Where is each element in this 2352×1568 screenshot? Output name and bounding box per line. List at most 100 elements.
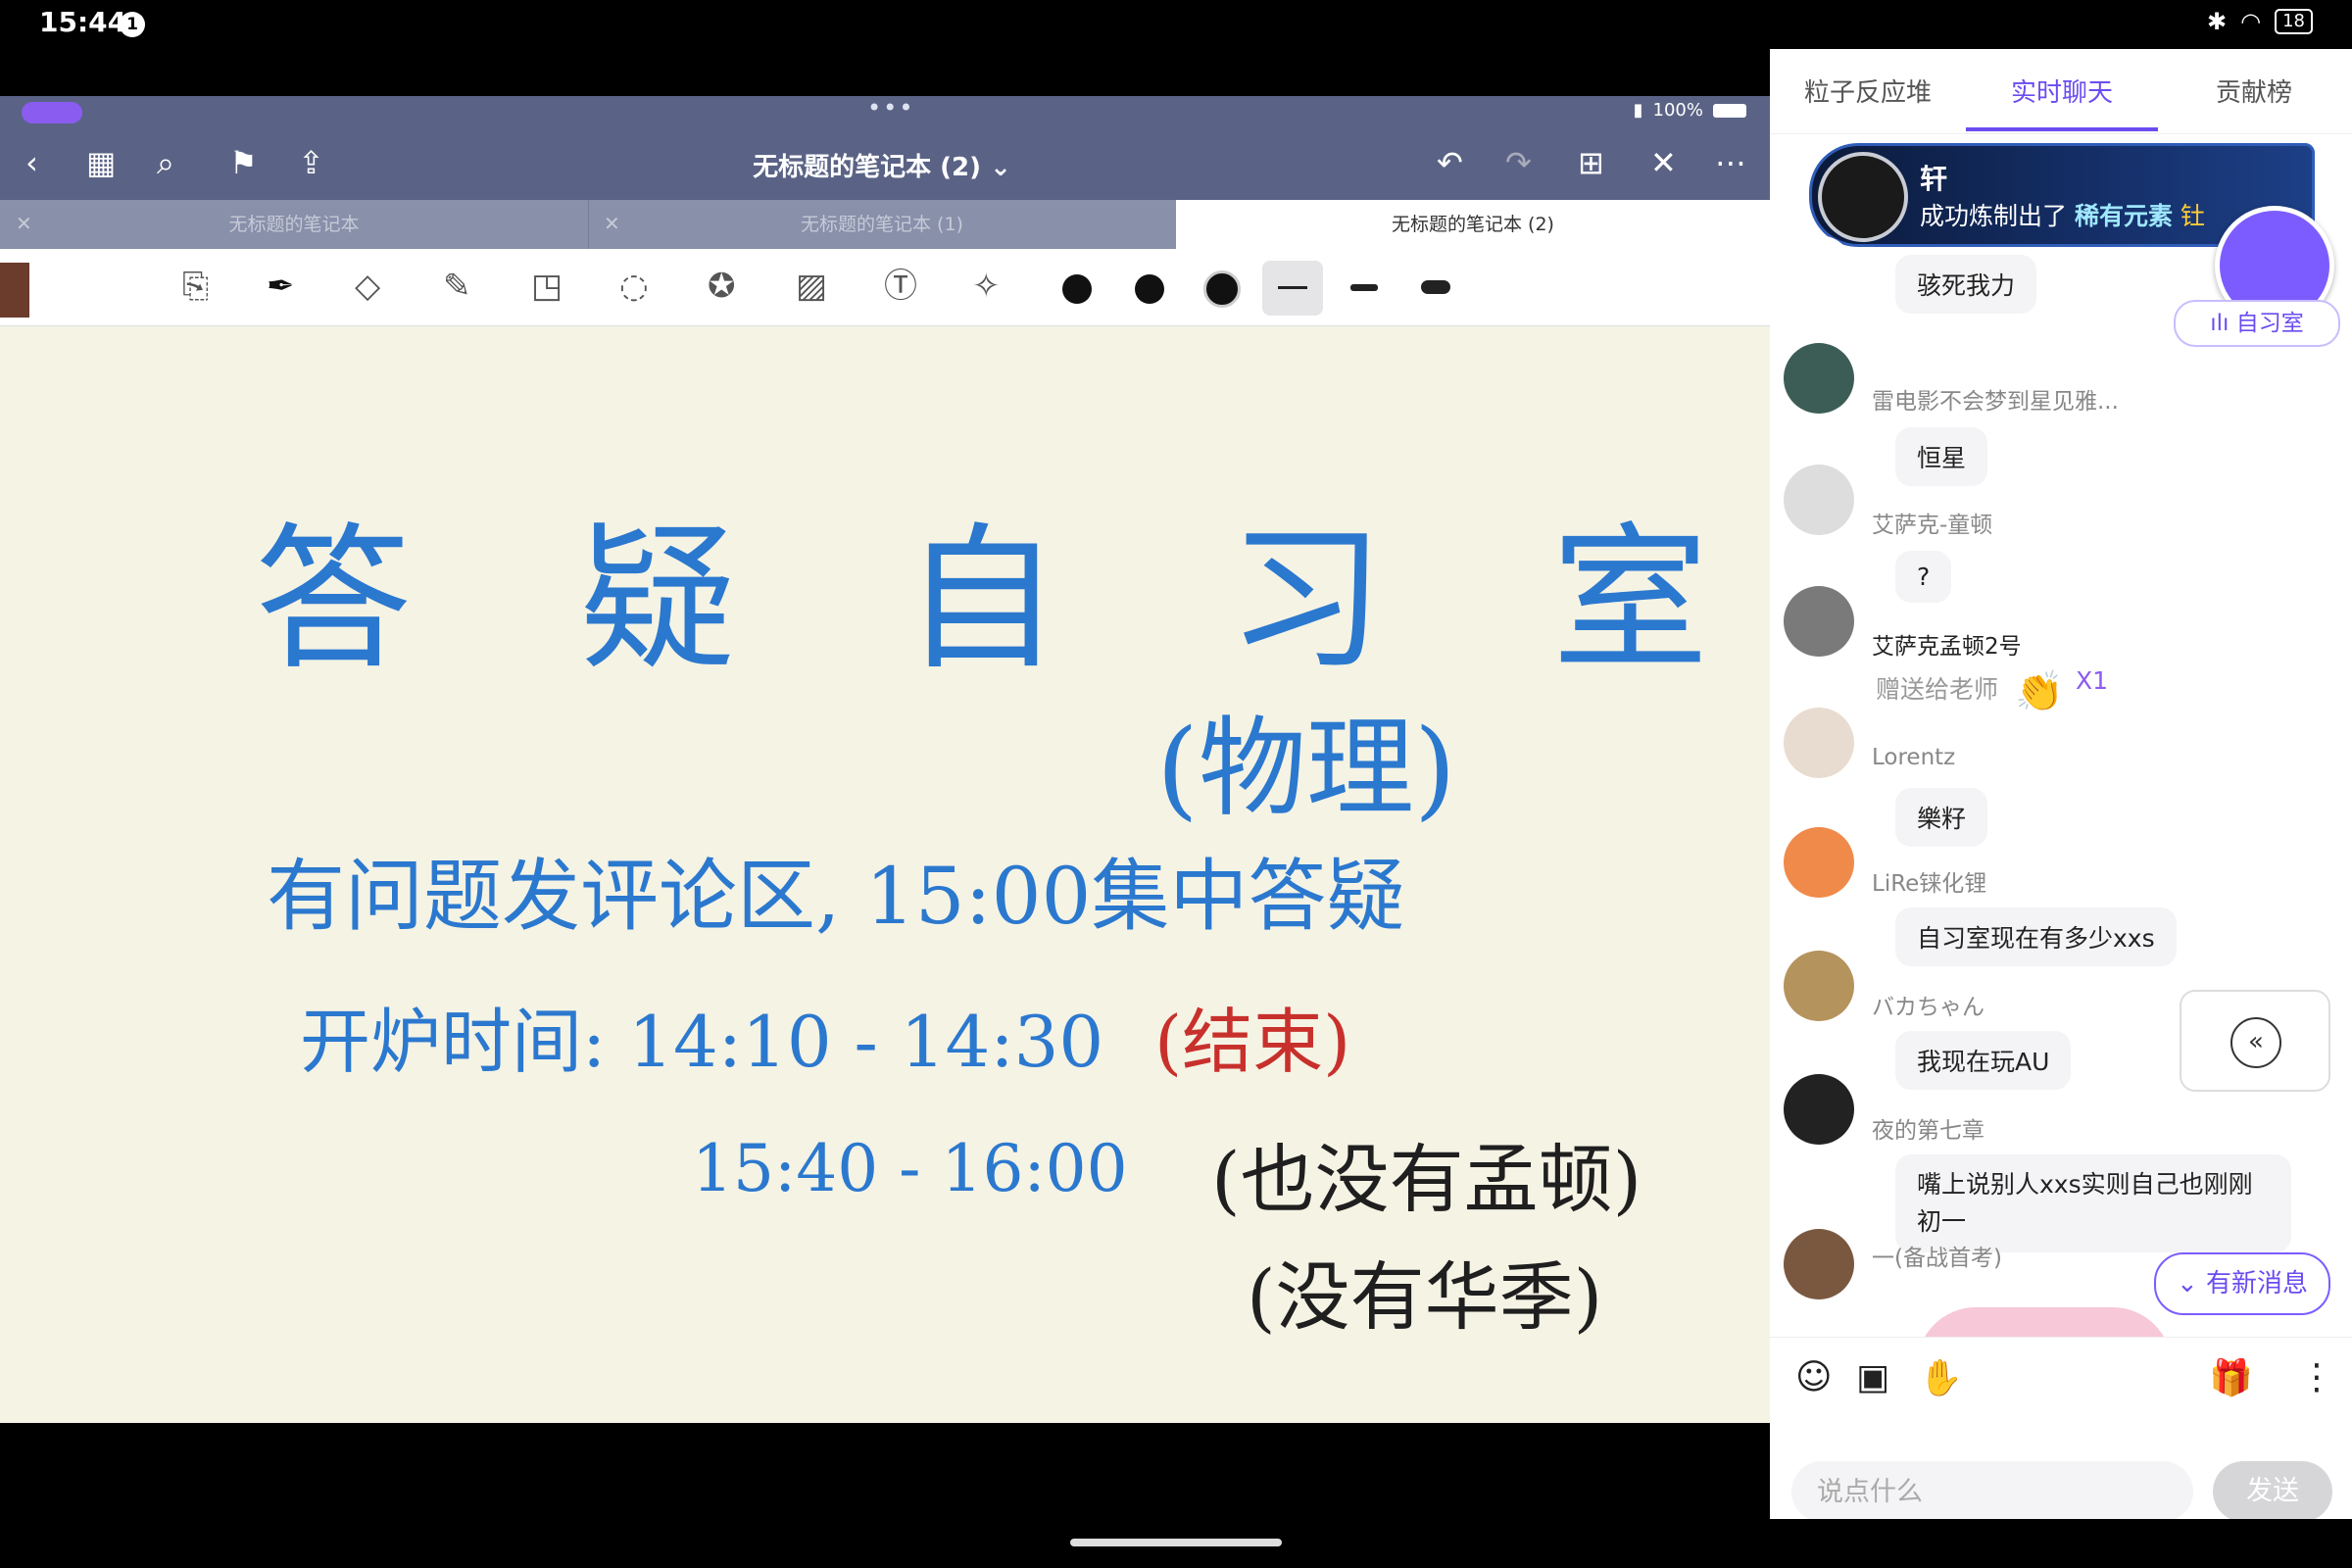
bookmark-icon[interactable]: ⚑ <box>229 145 258 180</box>
home-indicator[interactable] <box>1070 1539 1282 1546</box>
username: 夜的第七章 <box>1872 1118 1984 1144</box>
more-icon[interactable]: ⋯ <box>1715 145 1746 180</box>
message-bubble: ? <box>1895 551 1952 603</box>
message-bubble: 樂籽 <box>1895 788 1988 847</box>
more-vertical-icon[interactable]: ⋮ <box>2299 1357 2334 1397</box>
new-messages-button[interactable]: ⌄ 有新消息 <box>2154 1252 2330 1315</box>
tab-live-chat[interactable]: 实时聊天 <box>1964 73 2160 109</box>
grid-icon[interactable]: ▦ <box>86 145 116 180</box>
shapes-icon[interactable]: ◳ <box>531 265 563 308</box>
username: 雷电影不会梦到星见雅... <box>1872 389 2119 415</box>
notebook-tabs: ✕ 无标题的笔记本 ✕ 无标题的笔记本 (1) ✕ 无标题的笔记本 (2) <box>0 200 1770 249</box>
tab-notebook-0[interactable]: 无标题的笔记本 <box>0 200 589 249</box>
avatar[interactable] <box>1784 827 1854 898</box>
stroke-thin[interactable] <box>1278 286 1307 289</box>
wifi-icon: ◠ <box>2240 8 2262 35</box>
search-icon[interactable]: ⌕ <box>157 145 174 180</box>
study-room-label[interactable]: ılı 自习室 <box>2174 300 2340 347</box>
line4-note-text: (没有华季) <box>1247 1253 1603 1341</box>
share-icon[interactable]: ⇪ <box>298 145 324 180</box>
back-icon[interactable]: ‹ <box>25 145 38 180</box>
send-button[interactable]: 发送 <box>2213 1461 2332 1519</box>
double-chevron-left-icon: « <box>2230 1017 2281 1068</box>
pen-icon[interactable]: ✒ <box>267 265 295 308</box>
username: Lorentz <box>1872 745 1956 770</box>
chat-input[interactable] <box>1791 1461 2193 1519</box>
undo-icon[interactable]: ↶ <box>1437 145 1463 180</box>
gift-icon[interactable]: 🎁 <box>2209 1357 2253 1398</box>
message-bubble: 嘴上说别人xxs实则自己也刚刚初一 <box>1895 1154 2291 1252</box>
avatar[interactable] <box>1784 1074 1854 1145</box>
image-icon[interactable]: ▨ <box>796 265 827 308</box>
redo-icon[interactable]: ↷ <box>1505 145 1532 180</box>
line3-note-text: (也没有孟顿) <box>1211 1136 1642 1223</box>
bluetooth-icon: ✱ <box>2207 8 2228 35</box>
color-black-selected[interactable] <box>1203 270 1241 308</box>
line2-end-text: (结束) <box>1154 1001 1351 1083</box>
tab-notebook-2[interactable]: 无标题的笔记本 (2) <box>1176 200 1770 249</box>
username: LiRe铼化锂 <box>1872 871 1987 897</box>
avatar[interactable] <box>1784 235 1854 306</box>
tab-particle-reactor[interactable]: 粒子反应堆 <box>1770 73 1966 109</box>
raise-hand-icon[interactable]: ✋ <box>1919 1357 1963 1398</box>
notebook-title[interactable]: 无标题的笔记本 (2) ⌄ <box>686 147 1078 183</box>
message-bubble: 我现在玩AU <box>1895 1031 2072 1090</box>
sticker-icon[interactable]: ✪ <box>708 265 736 308</box>
subheading-text: (物理) <box>1156 706 1456 831</box>
chat-input-bar: ☺ ▣ ✋ 🎁 ⋮ 发送 <box>1770 1337 2352 1519</box>
eraser-icon[interactable]: ◇ <box>355 265 380 308</box>
color-black-2[interactable] <box>1135 274 1164 304</box>
username: 一(备战首考) <box>1872 1246 2002 1271</box>
ipad-status-bar: ••• ▮ 100% <box>0 96 1770 127</box>
laser-icon[interactable]: ✧ <box>972 265 1001 308</box>
status-bar: 15:44 1 ✱ ◠ 18 <box>0 0 2352 49</box>
avatar[interactable] <box>1784 708 1854 778</box>
camera-pip[interactable] <box>0 263 29 318</box>
tab-contribution[interactable]: 贡献榜 <box>2156 73 2352 109</box>
note-canvas[interactable]: 答 疑 自 习 室 (物理) 有问题发评论区, 15:00集中答疑 开炉时间: … <box>0 325 1770 1423</box>
emoji-icon[interactable]: ☺ <box>1795 1357 1833 1397</box>
banner-message: 成功炼制出了 稀有元素 钍 <box>1920 202 2205 230</box>
chat-panel: 粒子反应堆 实时聊天 贡献榜 轩 成功炼制出了 稀有元素 钍 骇死我力 雷电影不… <box>1770 49 2352 1519</box>
line1-text: 有问题发评论区, 15:00集中答疑 <box>267 851 1405 942</box>
avatar[interactable] <box>1784 586 1854 657</box>
stroke-medium[interactable] <box>1350 284 1378 291</box>
text-icon[interactable]: Ⓣ <box>884 265 917 308</box>
screen-record-icon <box>22 102 82 123</box>
drawing-tools: ⎘ ✒ ◇ ✎ ◳ ◌ ✪ ▨ Ⓣ ✧ <box>0 249 1770 326</box>
highlighter-icon[interactable]: ✎ <box>443 265 471 308</box>
username: 艾萨克-童顿 <box>1872 513 1993 538</box>
avatar-badge-icon <box>1818 152 1908 242</box>
message-bubble: 自习室现在有多少xxs <box>1895 907 2177 966</box>
avatar[interactable] <box>1784 951 1854 1021</box>
color-black-1[interactable] <box>1062 274 1092 304</box>
message-bubble: 骇死我力 <box>1895 255 2037 314</box>
username: 艾萨克孟顿2号 <box>1872 634 2022 660</box>
collapse-button[interactable]: « <box>2180 990 2330 1092</box>
close-icon[interactable]: ✕ <box>1650 145 1677 180</box>
gift-text: 赠送给老师 <box>1876 675 1999 704</box>
line2-text: 开炉时间: 14:10 - 14:30 <box>300 1001 1104 1083</box>
ipad-battery-icon <box>1713 103 1746 118</box>
status-time: 15:44 <box>39 6 127 38</box>
username: バカちゃん <box>1872 995 1984 1020</box>
chat-tabs: 粒子反应堆 实时聊天 贡献榜 <box>1770 49 2352 134</box>
live-video[interactable]: ••• ▮ 100% ‹ ▦ ⌕ ⚑ ⇪ 无标题的笔记本 (2) ⌄ ↶ ↷ ⊞… <box>0 96 1770 1423</box>
ipad-battery-percent: 100% <box>1652 100 1703 121</box>
image-icon[interactable]: ▣ <box>1856 1357 1889 1397</box>
status-icons: ✱ ◠ 18 <box>2207 8 2313 35</box>
add-page-icon[interactable]: ⊞ <box>1578 145 1604 180</box>
avatar[interactable] <box>1784 343 1854 414</box>
tab-notebook-1[interactable]: 无标题的笔记本 (1) <box>588 200 1177 249</box>
tab-underline <box>1966 127 2158 131</box>
avatar[interactable] <box>1784 465 1854 535</box>
heading-text: 答 疑 自 习 室 <box>255 508 1768 691</box>
page-layout-icon[interactable]: ⎘ <box>182 265 209 308</box>
lasso-icon[interactable]: ◌ <box>619 265 649 308</box>
clap-gift-icon: 👏 <box>2015 669 2064 714</box>
battery-icon: 18 <box>2275 9 2313 34</box>
banner-username: 轩 <box>1920 163 1948 195</box>
stroke-thick[interactable] <box>1421 280 1450 294</box>
avatar[interactable] <box>1784 1229 1854 1299</box>
notebook-toolbar: ‹ ▦ ⌕ ⚑ ⇪ 无标题的笔记本 (2) ⌄ ↶ ↷ ⊞ ✕ ⋯ <box>0 127 1770 200</box>
